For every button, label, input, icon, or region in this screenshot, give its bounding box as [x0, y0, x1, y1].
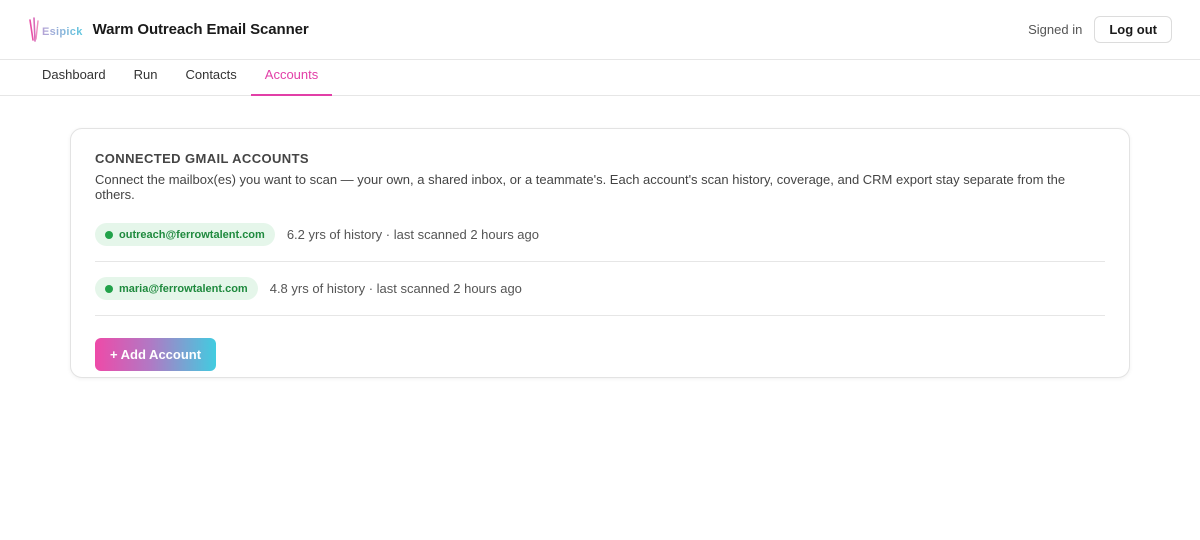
account-badge[interactable]: maria@ferrowtalent.com	[95, 277, 258, 300]
card-description: Connect the mailbox(es) you want to scan…	[95, 172, 1066, 202]
status-dot-icon	[105, 284, 113, 293]
logout-button[interactable]: Log out	[1094, 16, 1172, 43]
app-header: Esipick Warm Outreach Email Scanner Sign…	[0, 0, 1200, 60]
tab-run[interactable]: Run	[120, 60, 172, 96]
tab-dashboard[interactable]: Dashboard	[28, 60, 120, 96]
account-email: outreach@ferrowtalent.com	[119, 228, 265, 241]
account-meta: 4.8 yrs of history · last scanned 2 hour…	[269, 281, 522, 296]
status-dot-icon	[105, 230, 113, 239]
add-account-button[interactable]: + Add Account	[95, 338, 216, 371]
tab-accounts[interactable]: Accounts	[250, 60, 333, 96]
account-badge[interactable]: outreach@ferrowtalent.com	[95, 223, 275, 246]
signed-in-label: Signed in	[1028, 22, 1083, 37]
header-user-area: Signed in Log out	[1028, 16, 1172, 43]
app-logo[interactable]: Esipick	[28, 15, 83, 45]
logo-text: Esipick	[42, 25, 83, 38]
main-tabs: Dashboard Run Contacts Accounts	[0, 60, 1200, 96]
card-title: CONNECTED GMAIL ACCOUNTS	[95, 151, 309, 166]
connected-accounts-card: CONNECTED GMAIL ACCOUNTS Connect the mai…	[70, 128, 1130, 378]
tab-contacts[interactable]: Contacts	[171, 60, 250, 96]
account-meta: 6.2 yrs of history · last scanned 2 hour…	[286, 227, 539, 242]
app-title: Warm Outreach Email Scanner	[92, 21, 309, 38]
account-row: maria@ferrowtalent.com 4.8 yrs of histor…	[95, 262, 1105, 316]
account-email: maria@ferrowtalent.com	[119, 282, 248, 295]
esipick-logo-icon	[29, 16, 39, 42]
account-row: outreach@ferrowtalent.com 6.2 yrs of his…	[95, 208, 1105, 262]
